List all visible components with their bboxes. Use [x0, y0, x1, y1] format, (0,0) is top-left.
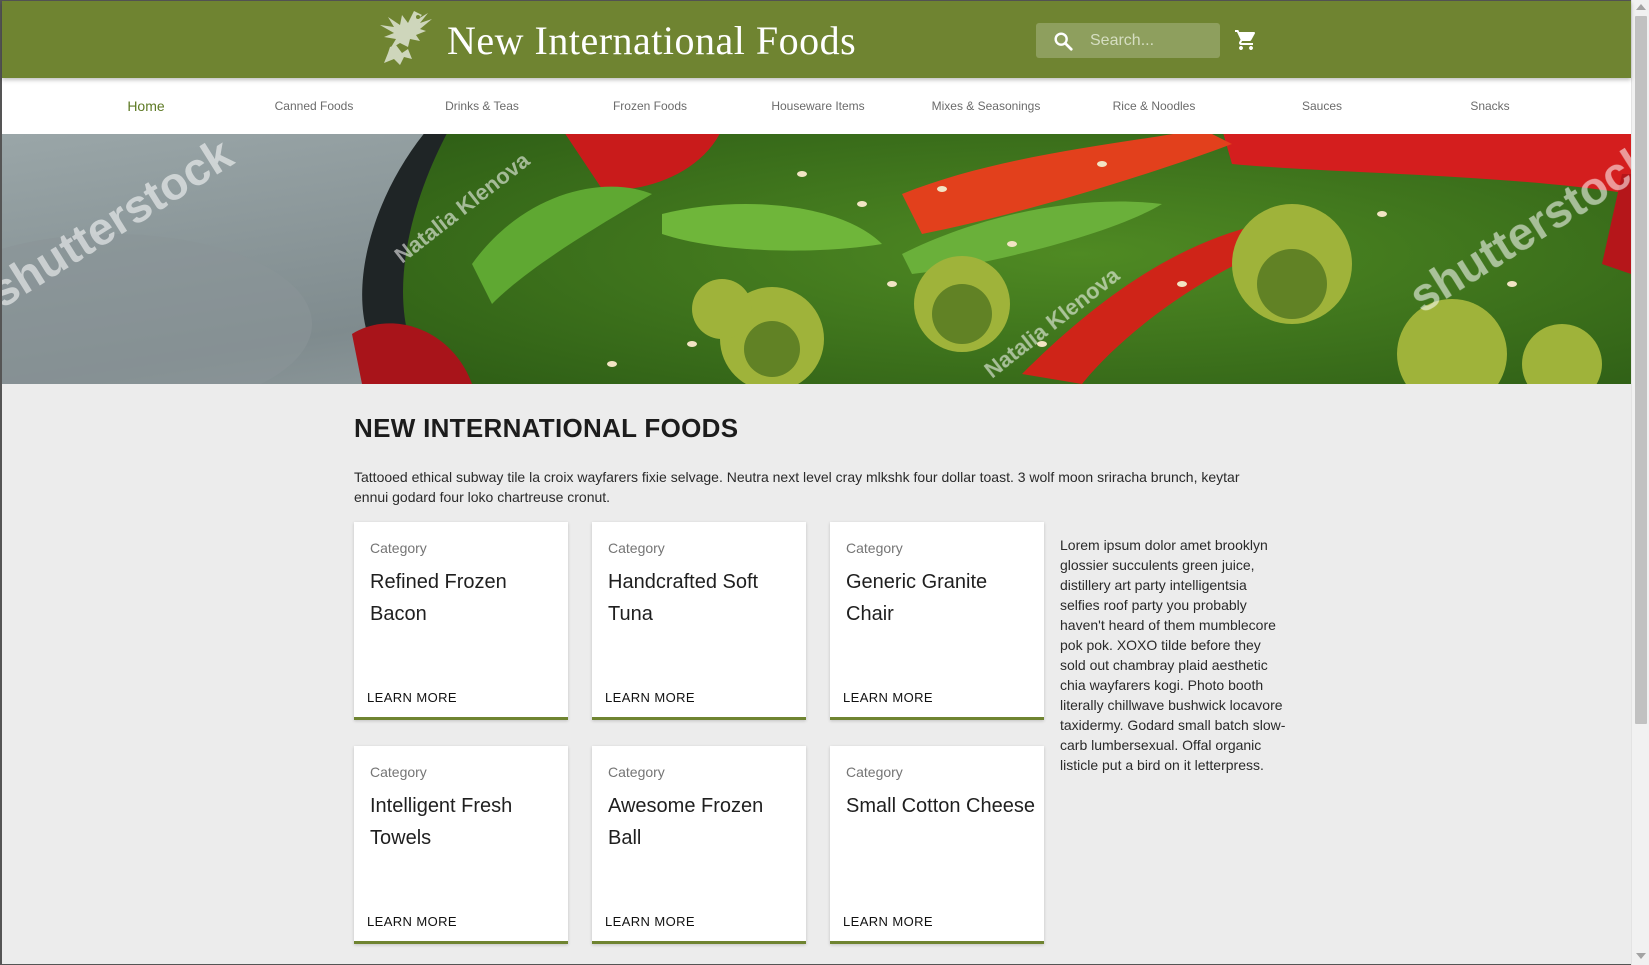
product-card[interactable]: Category Small Cotton Cheese LEARN MORE: [830, 746, 1044, 944]
brand-title[interactable]: New International Foods: [447, 17, 856, 64]
nav-item-houseware-items[interactable]: Houseware Items: [734, 78, 902, 134]
sidebar-text: Lorem ipsum dolor amet brooklyn glossier…: [1060, 537, 1286, 773]
card-title: Small Cotton Cheese: [846, 795, 1035, 817]
scroll-up-arrow-icon[interactable]: [1636, 4, 1646, 10]
learn-more-button[interactable]: LEARN MORE: [843, 690, 933, 705]
category-nav: Home Canned Foods Drinks & Teas Frozen F…: [2, 78, 1631, 134]
learn-more-button[interactable]: LEARN MORE: [605, 914, 695, 929]
nav-item-sauces[interactable]: Sauces: [1238, 78, 1406, 134]
scroll-down-arrow-icon[interactable]: [1636, 953, 1646, 959]
nav-item-mixes-seasonings[interactable]: Mixes & Seasonings: [902, 78, 1070, 134]
card-category: Category: [608, 764, 665, 780]
scrollbar-thumb[interactable]: [1635, 16, 1647, 724]
page-title: NEW INTERNATIONAL FOODS: [354, 413, 739, 443]
product-card[interactable]: Category Intelligent Fresh Towels LEARN …: [354, 746, 568, 944]
card-title: Refined Frozen Bacon: [370, 571, 507, 625]
card-category: Category: [370, 764, 427, 780]
nav-item-home[interactable]: Home: [62, 78, 230, 134]
eagle-logo-icon[interactable]: [370, 9, 436, 69]
cart-icon[interactable]: [1234, 28, 1258, 52]
card-title: Handcrafted Soft Tuna: [608, 571, 759, 625]
page-scrollbar[interactable]: [1631, 0, 1649, 965]
search-input[interactable]: [1090, 23, 1214, 58]
card-category: Category: [608, 540, 665, 556]
card-title: Generic Granite Chair: [846, 571, 988, 625]
card-category: Category: [846, 540, 903, 556]
search-box[interactable]: [1036, 23, 1220, 58]
learn-more-button[interactable]: LEARN MORE: [367, 690, 457, 705]
intro-text: Tattooed ethical subway tile la croix wa…: [354, 469, 1240, 505]
nav-item-frozen-foods[interactable]: Frozen Foods: [566, 78, 734, 134]
learn-more-button[interactable]: LEARN MORE: [843, 914, 933, 929]
learn-more-button[interactable]: LEARN MORE: [367, 914, 457, 929]
nav-item-snacks[interactable]: Snacks: [1406, 78, 1574, 134]
search-icon[interactable]: [1052, 30, 1074, 52]
card-title: Awesome Frozen Ball: [608, 795, 764, 849]
card-category: Category: [846, 764, 903, 780]
hero-banner: shutterstock Natalia Klenova Natalia Kle…: [2, 134, 1631, 384]
site-header: New International Foods: [2, 1, 1631, 78]
product-card[interactable]: Category Awesome Frozen Ball LEARN MORE: [592, 746, 806, 944]
nav-item-canned-foods[interactable]: Canned Foods: [230, 78, 398, 134]
hero-image: shutterstock Natalia Klenova Natalia Kle…: [2, 134, 1631, 384]
product-card[interactable]: Category Refined Frozen Bacon LEARN MORE: [354, 522, 568, 720]
card-category: Category: [370, 540, 427, 556]
card-title: Intelligent Fresh Towels: [370, 795, 513, 849]
product-card[interactable]: Category Handcrafted Soft Tuna LEARN MOR…: [592, 522, 806, 720]
nav-item-drinks-teas[interactable]: Drinks & Teas: [398, 78, 566, 134]
product-card[interactable]: Category Generic Granite Chair LEARN MOR…: [830, 522, 1044, 720]
nav-item-rice-noodles[interactable]: Rice & Noodles: [1070, 78, 1238, 134]
learn-more-button[interactable]: LEARN MORE: [605, 690, 695, 705]
